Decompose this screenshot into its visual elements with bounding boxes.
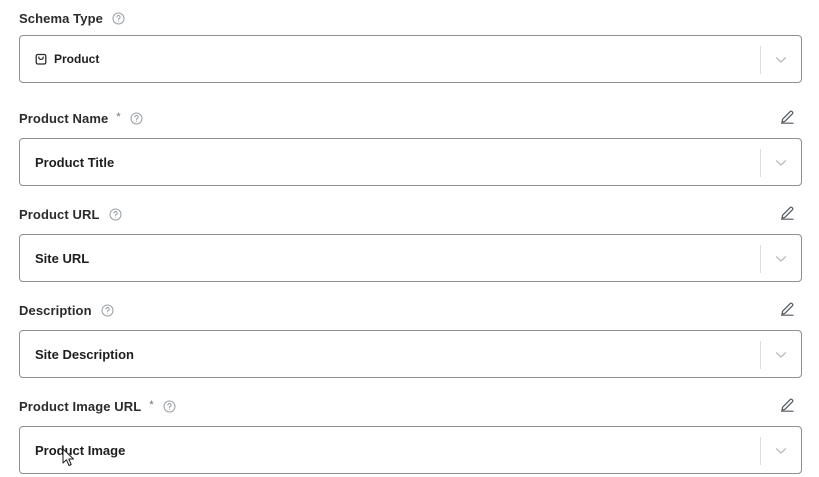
required-marker: * [149, 399, 154, 411]
select-value: Site URL [20, 251, 89, 266]
selected-product-image-url: Product Image [35, 442, 126, 458]
field-product-url: Product URL Site URL [19, 204, 802, 282]
pencil-icon[interactable] [778, 204, 796, 222]
help-circle-icon[interactable] [130, 112, 143, 125]
field-product-image-url: Product Image URL * Product Image [19, 396, 802, 474]
select-divider [760, 46, 761, 74]
select-value: Site Description [20, 347, 134, 362]
field-label-row: Product URL [19, 204, 802, 224]
field-label-row: Description [19, 300, 802, 320]
chevron-down-icon[interactable] [774, 252, 788, 266]
field-label-row: Product Image URL * [19, 396, 802, 416]
field-label: Product URL [19, 206, 100, 222]
field-label-row: Schema Type [19, 8, 802, 28]
field-label: Description [19, 302, 92, 318]
field-description: Description Site Description [19, 300, 802, 378]
mouse-pointer-icon [62, 448, 76, 468]
chevron-down-icon[interactable] [774, 53, 788, 67]
field-label-row: Product Name * [19, 108, 802, 128]
help-circle-icon[interactable] [101, 304, 114, 317]
field-product-name: Product Name * Product Title [19, 108, 802, 186]
help-circle-icon[interactable] [112, 12, 125, 25]
field-label: Product Image URL [19, 398, 142, 414]
chevron-down-icon[interactable] [774, 348, 788, 362]
schema-type-select[interactable]: Product [19, 35, 802, 83]
select-divider [760, 245, 761, 273]
selected-product-url: Site URL [35, 250, 90, 266]
product-url-select[interactable]: Site URL [19, 234, 802, 282]
chevron-down-icon[interactable] [774, 156, 788, 170]
pencil-icon[interactable] [778, 396, 796, 414]
selected-description: Site Description [35, 346, 134, 362]
field-label: Schema Type [19, 10, 103, 26]
select-value: Product [20, 52, 99, 66]
select-divider [760, 437, 761, 465]
select-value: Product Title [20, 155, 114, 170]
select-divider [760, 149, 761, 177]
help-circle-icon[interactable] [109, 208, 122, 221]
field-label: Product Name [19, 110, 109, 126]
selected-schema-type: Product [54, 52, 100, 66]
pencil-icon[interactable] [778, 108, 796, 126]
shopping-bag-icon [34, 52, 48, 66]
select-divider [760, 341, 761, 369]
chevron-down-icon[interactable] [774, 444, 788, 458]
product-name-select[interactable]: Product Title [19, 138, 802, 186]
description-select[interactable]: Site Description [19, 330, 802, 378]
help-circle-icon[interactable] [163, 400, 176, 413]
product-image-url-select[interactable]: Product Image [19, 426, 802, 474]
selected-product-name: Product Title [35, 154, 115, 170]
field-schema-type: Schema Type Product [19, 8, 802, 83]
required-marker: * [116, 111, 121, 123]
pencil-icon[interactable] [778, 300, 796, 318]
